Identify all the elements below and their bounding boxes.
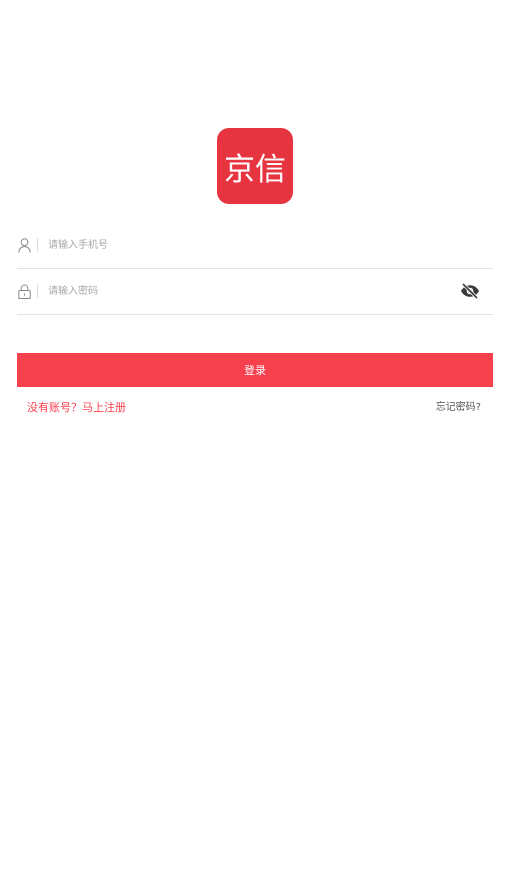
lock-icon — [17, 283, 31, 299]
app-logo-text: 京信 — [224, 151, 286, 188]
forgot-password-link[interactable]: 忘记密码? — [436, 400, 481, 416]
login-button-label: 登录 — [244, 364, 266, 377]
phone-field-row — [17, 222, 493, 269]
password-field-row — [17, 268, 493, 315]
password-input[interactable] — [48, 281, 459, 301]
register-link[interactable]: 没有账号？马上注册 — [27, 400, 126, 416]
app-logo: 京信 — [217, 128, 293, 204]
phone-input[interactable] — [48, 235, 493, 255]
user-icon — [17, 237, 31, 253]
field-divider — [37, 238, 38, 252]
field-divider — [37, 284, 38, 298]
login-button[interactable]: 登录 — [17, 353, 493, 387]
eye-off-icon[interactable] — [459, 280, 481, 302]
